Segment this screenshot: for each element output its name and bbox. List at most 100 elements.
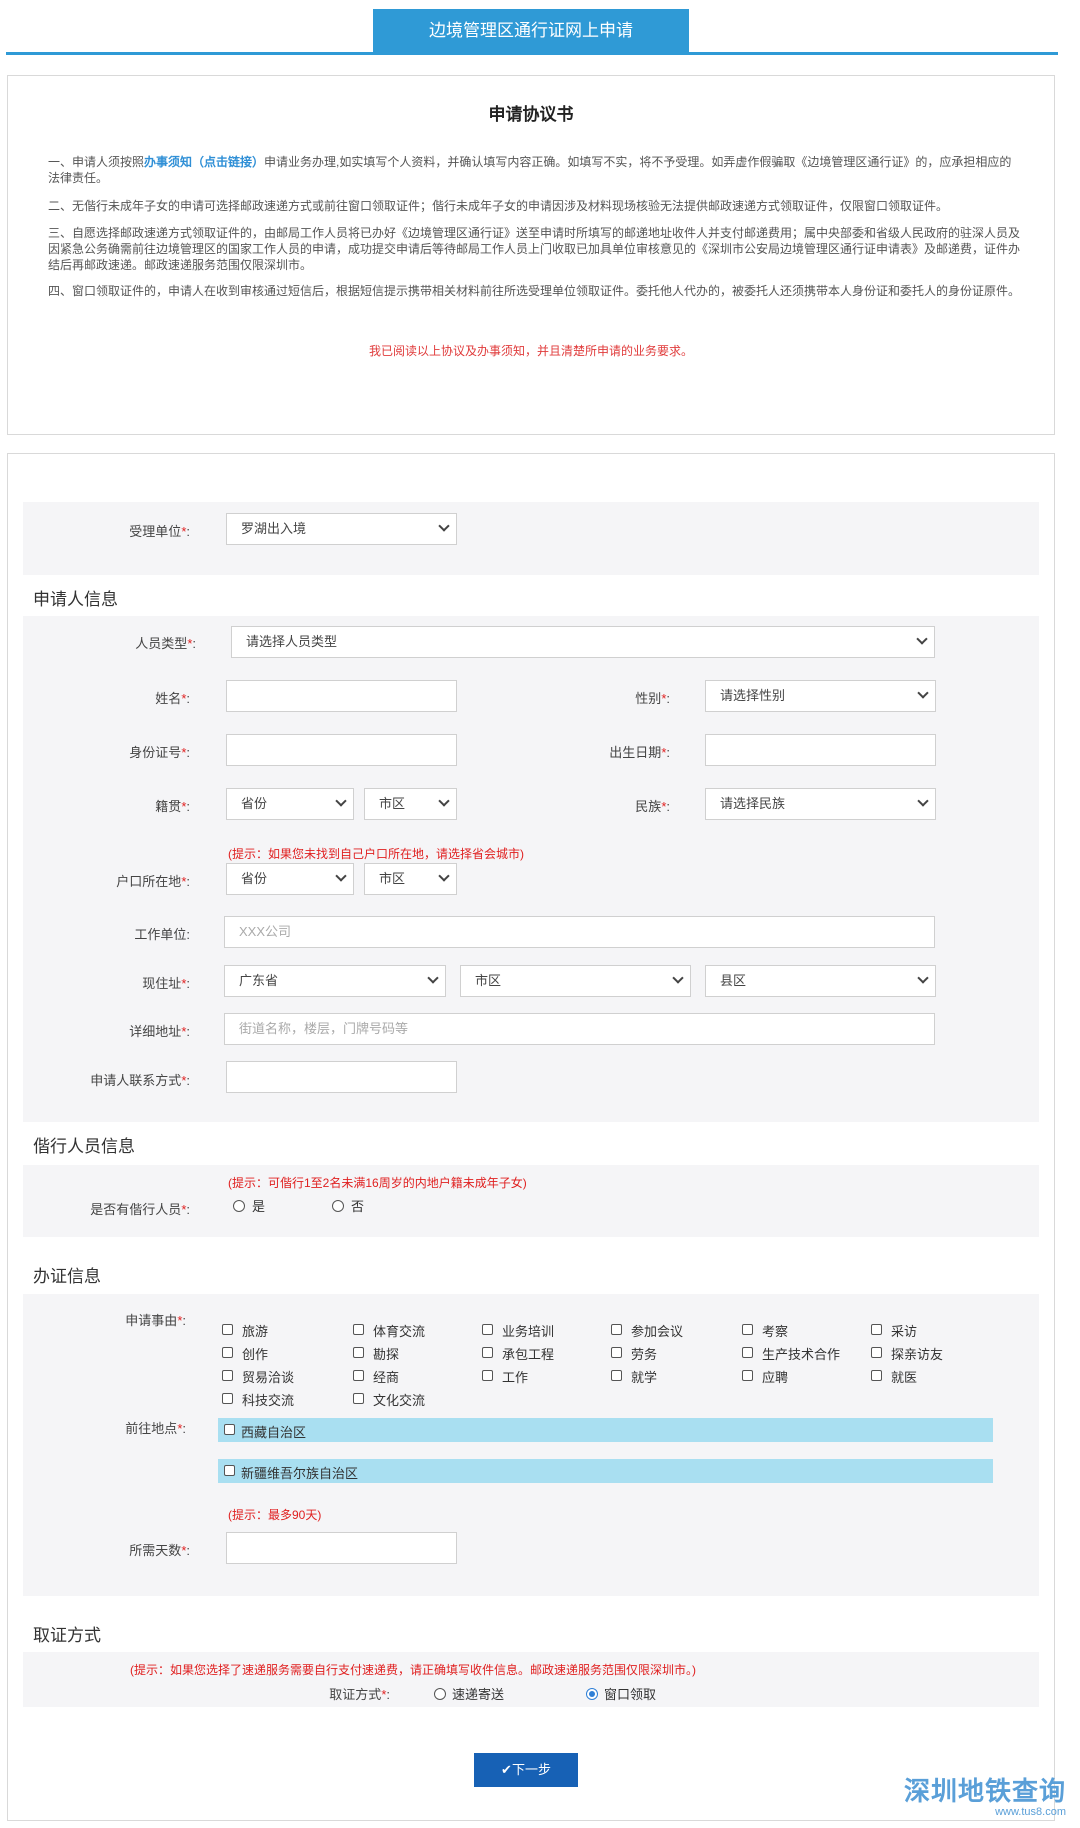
page-title-tab: 边境管理区通行证网上申请: [373, 9, 689, 53]
agreement-item-4: 四、窗口领取证件的，申请人在收到审核通过短信后，根据短信提示携带相关材料前往所选…: [48, 284, 1021, 298]
companion-yes-radio[interactable]: [233, 1200, 245, 1212]
detail-address-input[interactable]: 街道名称，楼层，门牌号码等: [224, 1013, 935, 1045]
reason-checkbox[interactable]: [482, 1324, 493, 1335]
native-province-select[interactable]: 省份: [226, 788, 354, 820]
id-number-input[interactable]: [226, 734, 457, 766]
native-city-select[interactable]: 市区: [364, 788, 457, 820]
reason-option-label: 承包工程: [502, 1347, 555, 1362]
native-place-label: 籍贯*:: [155, 799, 190, 814]
address-district-select[interactable]: 县区: [705, 965, 936, 997]
reason-option-label: 生产技术合作: [762, 1347, 841, 1362]
hukou-province-select[interactable]: 省份: [226, 863, 354, 895]
pickup-courier-label: 速递寄送: [452, 1687, 505, 1702]
chevron-down-icon: [917, 687, 929, 699]
reason-option-label: 就医: [891, 1370, 918, 1385]
companion-no-label: 否: [351, 1199, 365, 1214]
contact-input[interactable]: [226, 1061, 457, 1093]
reason-option-label: 文化交流: [373, 1393, 426, 1408]
reason-checkbox[interactable]: [353, 1347, 364, 1358]
reason-option-label: 创作: [242, 1347, 269, 1362]
reason-checkbox[interactable]: [222, 1393, 233, 1404]
reason-checkbox[interactable]: [222, 1347, 233, 1358]
chevron-down-icon: [438, 870, 450, 882]
reason-checkbox[interactable]: [353, 1393, 364, 1404]
reason-option-label: 勘探: [373, 1347, 400, 1362]
agreement-item-1-prefix: 一、申请人须按照: [48, 155, 145, 169]
reason-checkbox[interactable]: [482, 1347, 493, 1358]
pickup-label: 取证方式*:: [329, 1687, 390, 1702]
unit-label: 受理单位*:: [129, 524, 190, 539]
site-watermark: 深圳地铁查询 www.tus8.com: [904, 1771, 1066, 1818]
gender-select[interactable]: 请选择性别: [705, 680, 936, 712]
destination-label: 前往地点*:: [125, 1421, 186, 1436]
chevron-down-icon: [917, 972, 929, 984]
reason-checkbox[interactable]: [353, 1370, 364, 1381]
unit-select[interactable]: 罗湖出入境: [226, 513, 457, 545]
reason-option-label: 工作: [502, 1370, 529, 1385]
title-underline: [6, 52, 1058, 55]
birth-date-input[interactable]: [705, 734, 936, 766]
reason-option-label: 体育交流: [373, 1324, 426, 1339]
days-label: 所需天数*:: [129, 1543, 190, 1558]
reason-option-label: 科技交流: [242, 1393, 295, 1408]
reason-option-label: 劳务: [631, 1347, 658, 1362]
reason-checkbox[interactable]: [742, 1347, 753, 1358]
reason-option-label: 应聘: [762, 1370, 789, 1385]
work-unit-input[interactable]: XXX公司: [224, 916, 935, 948]
agreement-title: 申请协议书: [488, 105, 574, 124]
reason-checkbox[interactable]: [611, 1347, 622, 1358]
ethnic-select[interactable]: 请选择民族: [705, 788, 936, 820]
hukou-hint: (提示：如果您未找到自己户口所在地，请选择省会城市): [228, 847, 524, 861]
agreement-box: 申请协议书 一、申请人须按照办事须知（点击链接）申请业务办理,如实填写个人资料，…: [7, 75, 1055, 435]
reason-checkbox[interactable]: [611, 1370, 622, 1381]
agreement-item-2: 二、无偕行未成年子女的申请可选择邮政速递方式或前往窗口领取证件；偕行未成年子女的…: [48, 199, 949, 213]
reason-checkbox[interactable]: [871, 1370, 882, 1381]
reason-checkbox[interactable]: [222, 1324, 233, 1335]
address-city-select[interactable]: 市区: [460, 965, 691, 997]
reason-option-label: 旅游: [242, 1324, 269, 1339]
pickup-section-title: 取证方式: [33, 1626, 101, 1645]
notice-link[interactable]: 办事须知（点击链接）: [144, 155, 264, 169]
reason-label: 申请事由*:: [125, 1313, 186, 1328]
destination-checkbox[interactable]: [224, 1465, 235, 1476]
companion-section-title: 偕行人员信息: [33, 1137, 135, 1156]
destination-label-xinjiang: 新疆维吾尔族自治区: [241, 1466, 359, 1481]
reason-checkbox[interactable]: [611, 1324, 622, 1335]
hukou-city-select[interactable]: 市区: [364, 863, 457, 895]
next-step-button[interactable]: ✔下一步: [474, 1753, 578, 1787]
destination-checkbox[interactable]: [224, 1424, 235, 1435]
chevron-down-icon: [335, 870, 347, 882]
chevron-down-icon: [438, 520, 450, 532]
pickup-courier-radio[interactable]: [434, 1688, 446, 1700]
destination-option-xinjiang[interactable]: 新疆维吾尔族自治区: [218, 1459, 993, 1483]
agreement-item-1: 一、申请人须按照办事须知（点击链接）申请业务办理,如实填写个人资料，并确认填写内…: [48, 154, 1020, 186]
name-input[interactable]: [226, 680, 457, 712]
reason-checkbox[interactable]: [871, 1347, 882, 1358]
address-province-select[interactable]: 广东省: [224, 965, 446, 997]
reason-option-label: 采访: [891, 1324, 918, 1339]
destination-label-xizang: 西藏自治区: [241, 1425, 307, 1440]
reason-checkbox[interactable]: [353, 1324, 364, 1335]
birth-date-label: 出生日期*:: [609, 745, 670, 760]
reason-checkbox[interactable]: [871, 1324, 882, 1335]
companion-no-radio[interactable]: [332, 1200, 344, 1212]
days-input[interactable]: [226, 1532, 457, 1564]
pickup-window-radio[interactable]: [586, 1688, 598, 1700]
gender-label: 性别*:: [635, 691, 670, 706]
person-type-select[interactable]: 请选择人员类型: [231, 626, 935, 658]
id-number-label: 身份证号*:: [129, 745, 190, 760]
permit-section-title: 办证信息: [33, 1267, 101, 1286]
days-hint: (提示：最多90天): [228, 1508, 322, 1522]
reason-checkbox[interactable]: [482, 1370, 493, 1381]
reason-checkbox[interactable]: [222, 1370, 233, 1381]
work-unit-label: 工作单位:: [134, 927, 190, 942]
companion-hint: (提示：可偕行1至2名未满16周岁的内地户籍未成年子女): [228, 1176, 527, 1190]
applicant-section-title: 申请人信息: [33, 590, 118, 609]
reason-checkbox[interactable]: [742, 1370, 753, 1381]
name-label: 姓名*:: [155, 691, 190, 706]
chevron-down-icon: [438, 795, 450, 807]
destination-option-xizang[interactable]: 西藏自治区: [218, 1418, 993, 1442]
reason-checkbox[interactable]: [742, 1324, 753, 1335]
chevron-down-icon: [427, 972, 439, 984]
agreement-confirm-text: 我已阅读以上协议及办事须知，并且清楚所申请的业务要求。: [368, 344, 693, 358]
